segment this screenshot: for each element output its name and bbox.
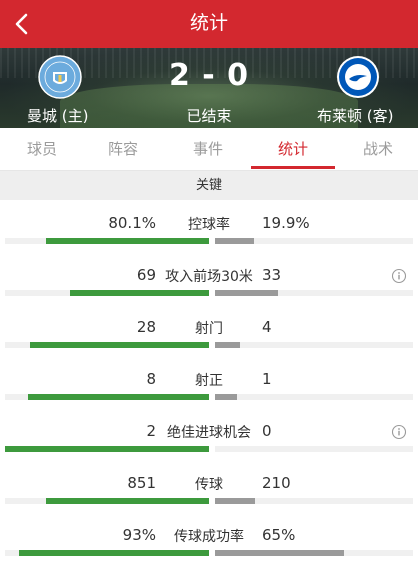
brighton-logo[interactable] bbox=[336, 55, 380, 99]
stat-away-value: 33 bbox=[262, 266, 282, 284]
stat-label: 控球率 bbox=[188, 217, 230, 233]
stat-away-value: 19.9% bbox=[262, 214, 310, 232]
stat-label: 射门 bbox=[195, 321, 223, 337]
home-bar-fill bbox=[5, 446, 209, 452]
info-icon[interactable] bbox=[391, 268, 407, 284]
active-tab-indicator bbox=[251, 166, 335, 169]
away-bar-track bbox=[215, 446, 413, 452]
home-bar-fill bbox=[70, 290, 209, 296]
home-bar-track bbox=[5, 498, 209, 504]
stat-away-value: 210 bbox=[262, 474, 291, 492]
away-team-name: 布莱顿 (客) bbox=[317, 107, 394, 125]
away-bar-track bbox=[215, 290, 413, 296]
home-bar-fill bbox=[46, 238, 209, 244]
home-bar-fill bbox=[30, 342, 209, 348]
stat-row: 28 射门 4 bbox=[0, 306, 418, 358]
section-header-key: 关键 bbox=[0, 171, 418, 200]
away-bar-fill bbox=[215, 290, 278, 296]
stat-row: 80.1% 控球率 19.9% bbox=[0, 202, 418, 254]
home-bar-track bbox=[5, 446, 209, 452]
stat-row: 2 绝佳进球机会 0 bbox=[0, 410, 418, 462]
tab-events[interactable]: 事件 bbox=[166, 128, 250, 171]
away-bar-fill bbox=[215, 550, 344, 556]
stat-home-value: 69 bbox=[136, 266, 156, 284]
stat-home-value: 2 bbox=[146, 422, 156, 440]
away-bar-track bbox=[215, 342, 413, 348]
info-icon[interactable] bbox=[391, 424, 407, 440]
tab-players[interactable]: 球员 bbox=[0, 128, 84, 171]
away-bar-fill bbox=[215, 342, 240, 348]
stat-away-value: 1 bbox=[262, 370, 272, 388]
tab-stats[interactable]: 统计 bbox=[251, 128, 335, 171]
home-bar-track bbox=[5, 550, 209, 556]
home-bar-fill bbox=[46, 498, 209, 504]
match-banner: 曼城 (主) 2 - 0 已结束 布莱顿 (客) bbox=[0, 48, 418, 128]
tab-bar: 球员 阵容 事件 统计 战术 bbox=[0, 128, 418, 171]
tab-lineup[interactable]: 阵容 bbox=[81, 128, 165, 171]
stat-row: 8 射正 1 bbox=[0, 358, 418, 410]
home-bar-track bbox=[5, 290, 209, 296]
stat-home-value: 80.1% bbox=[108, 214, 156, 232]
stat-row: 69 攻入前场30米 33 bbox=[0, 254, 418, 306]
away-bar-track bbox=[215, 394, 413, 400]
stat-label: 攻入前场30米 bbox=[165, 269, 253, 285]
stat-label: 射正 bbox=[195, 373, 223, 389]
home-bar-track bbox=[5, 342, 209, 348]
away-bar-fill bbox=[215, 394, 237, 400]
home-bar-fill bbox=[28, 394, 209, 400]
stat-label: 绝佳进球机会 bbox=[167, 425, 251, 441]
home-bar-track bbox=[5, 394, 209, 400]
tab-tactics[interactable]: 战术 bbox=[336, 128, 418, 171]
stat-home-value: 851 bbox=[127, 474, 156, 492]
stat-label: 传球成功率 bbox=[174, 529, 244, 545]
stat-row: 93% 传球成功率 65% bbox=[0, 514, 418, 566]
home-bar-fill bbox=[19, 550, 209, 556]
away-bar-fill bbox=[215, 498, 255, 504]
stat-home-value: 93% bbox=[122, 526, 156, 544]
stat-row: 851 传球 210 bbox=[0, 462, 418, 514]
away-bar-fill bbox=[215, 238, 254, 244]
home-bar-track bbox=[5, 238, 209, 244]
stat-away-value: 4 bbox=[262, 318, 272, 336]
stat-away-value: 65% bbox=[262, 526, 296, 544]
stat-label: 传球 bbox=[195, 477, 223, 493]
stat-away-value: 0 bbox=[262, 422, 272, 440]
away-bar-track bbox=[215, 238, 413, 244]
away-bar-track bbox=[215, 550, 413, 556]
stat-home-value: 28 bbox=[136, 318, 156, 336]
page-title: 统计 bbox=[189, 12, 228, 34]
away-bar-track bbox=[215, 498, 413, 504]
stat-home-value: 8 bbox=[146, 370, 156, 388]
top-app-bar: 统计 bbox=[0, 0, 418, 48]
